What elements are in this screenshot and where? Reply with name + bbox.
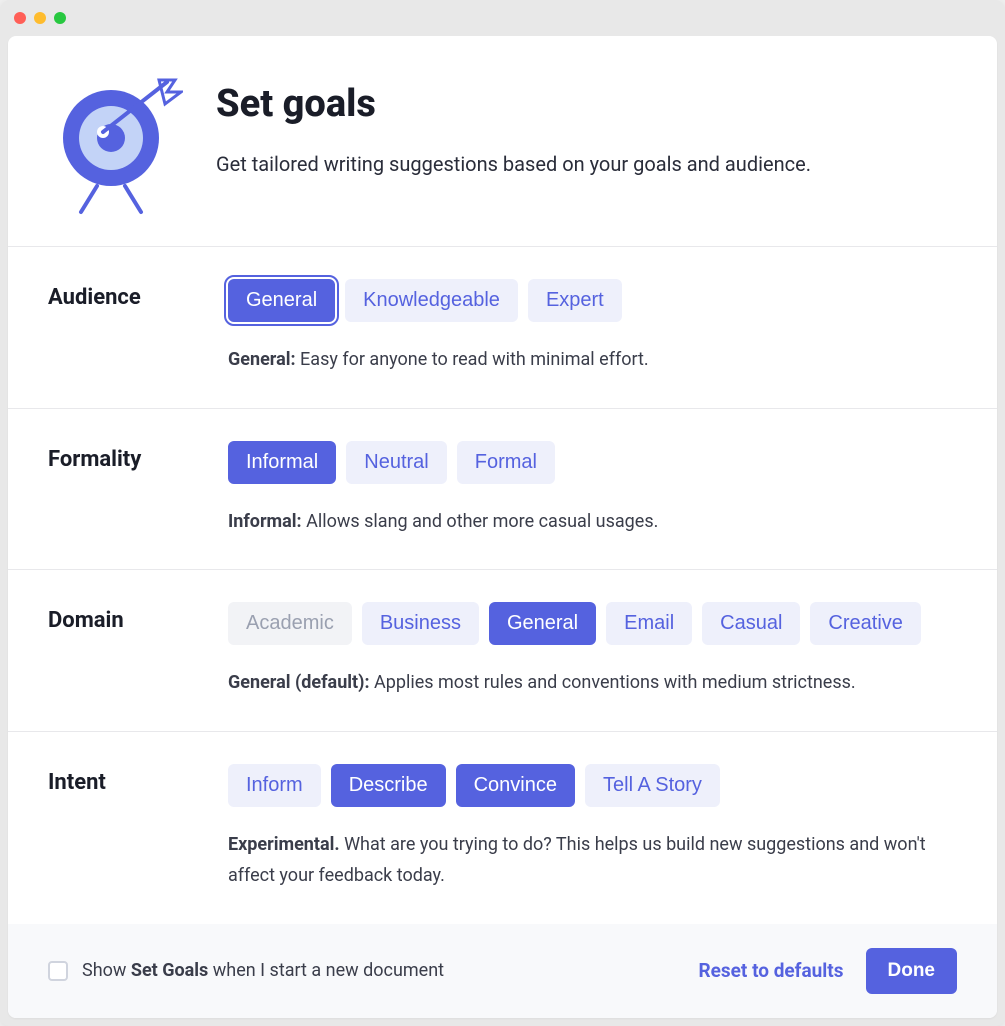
formality-option-neutral[interactable]: Neutral [346, 441, 446, 484]
domain-option-casual[interactable]: Casual [702, 602, 800, 645]
audience-options: General Knowledgeable Expert [228, 279, 957, 322]
maximize-window-button[interactable] [54, 12, 66, 24]
section-label-formality: Formality [48, 441, 208, 538]
footer-checkbox-label: Show Set Goals when I start a new docume… [82, 960, 444, 981]
formality-option-formal[interactable]: Formal [457, 441, 555, 484]
domain-options: Academic Business General Email Casual C… [228, 602, 957, 645]
formality-description: Informal: Allows slang and other more ca… [228, 506, 957, 538]
page-subtitle: Get tailored writing suggestions based o… [216, 148, 957, 180]
footer-strong: Set Goals [131, 960, 208, 981]
audience-desc-label: General: [228, 349, 296, 370]
close-window-button[interactable] [14, 12, 26, 24]
formality-desc-text: Allows slang and other more casual usage… [302, 511, 659, 532]
section-label-audience: Audience [48, 279, 208, 376]
titlebar [0, 0, 1005, 36]
domain-desc-text: Applies most rules and conventions with … [370, 672, 856, 693]
section-body-audience: General Knowledgeable Expert General: Ea… [228, 279, 957, 376]
target-icon [48, 76, 188, 216]
section-label-intent: Intent [48, 764, 208, 892]
audience-option-expert[interactable]: Expert [528, 279, 622, 322]
formality-desc-label: Informal: [228, 511, 302, 532]
footer-pre: Show [82, 960, 131, 981]
dialog-content: Set goals Get tailored writing suggestio… [8, 36, 997, 1018]
domain-option-email[interactable]: Email [606, 602, 692, 645]
section-label-domain: Domain [48, 602, 208, 699]
done-button[interactable]: Done [866, 948, 958, 994]
audience-desc-text: Easy for anyone to read with minimal eff… [296, 349, 649, 370]
intent-options: Inform Describe Convince Tell A Story [228, 764, 957, 807]
show-on-new-doc-checkbox[interactable] [48, 961, 68, 981]
section-audience: Audience General Knowledgeable Expert Ge… [8, 247, 997, 409]
audience-description: General: Easy for anyone to read with mi… [228, 344, 957, 376]
page-title: Set goals [216, 82, 957, 126]
window: Set goals Get tailored writing suggestio… [0, 0, 1005, 1026]
formality-options: Informal Neutral Formal [228, 441, 957, 484]
reset-to-defaults-link[interactable]: Reset to defaults [698, 959, 843, 982]
minimize-window-button[interactable] [34, 12, 46, 24]
dialog-header: Set goals Get tailored writing suggestio… [8, 36, 997, 247]
formality-option-informal[interactable]: Informal [228, 441, 336, 484]
section-formality: Formality Informal Neutral Formal Inform… [8, 409, 997, 571]
dialog-footer: Show Set Goals when I start a new docume… [8, 924, 997, 1018]
section-body-domain: Academic Business General Email Casual C… [228, 602, 957, 699]
audience-option-knowledgeable[interactable]: Knowledgeable [345, 279, 518, 322]
section-body-formality: Informal Neutral Formal Informal: Allows… [228, 441, 957, 538]
section-domain: Domain Academic Business General Email C… [8, 570, 997, 732]
intent-option-convince[interactable]: Convince [456, 764, 575, 807]
audience-option-general[interactable]: General [228, 279, 335, 322]
section-body-intent: Inform Describe Convince Tell A Story Ex… [228, 764, 957, 892]
footer-right: Reset to defaults Done [698, 948, 957, 994]
footer-left: Show Set Goals when I start a new docume… [48, 960, 444, 981]
domain-option-business[interactable]: Business [362, 602, 479, 645]
domain-desc-label: General (default): [228, 672, 370, 693]
domain-option-academic: Academic [228, 602, 352, 645]
intent-description: Experimental. What are you trying to do?… [228, 829, 957, 892]
traffic-lights [14, 12, 66, 24]
intent-option-inform[interactable]: Inform [228, 764, 321, 807]
intent-desc-label: Experimental. [228, 834, 340, 855]
domain-option-general[interactable]: General [489, 602, 596, 645]
domain-description: General (default): Applies most rules an… [228, 667, 957, 699]
intent-option-describe[interactable]: Describe [331, 764, 446, 807]
intent-option-tell-a-story[interactable]: Tell A Story [585, 764, 720, 807]
section-intent: Intent Inform Describe Convince Tell A S… [8, 732, 997, 924]
domain-option-creative[interactable]: Creative [810, 602, 920, 645]
header-text: Set goals Get tailored writing suggestio… [216, 76, 957, 216]
footer-post: when I start a new document [208, 960, 444, 981]
